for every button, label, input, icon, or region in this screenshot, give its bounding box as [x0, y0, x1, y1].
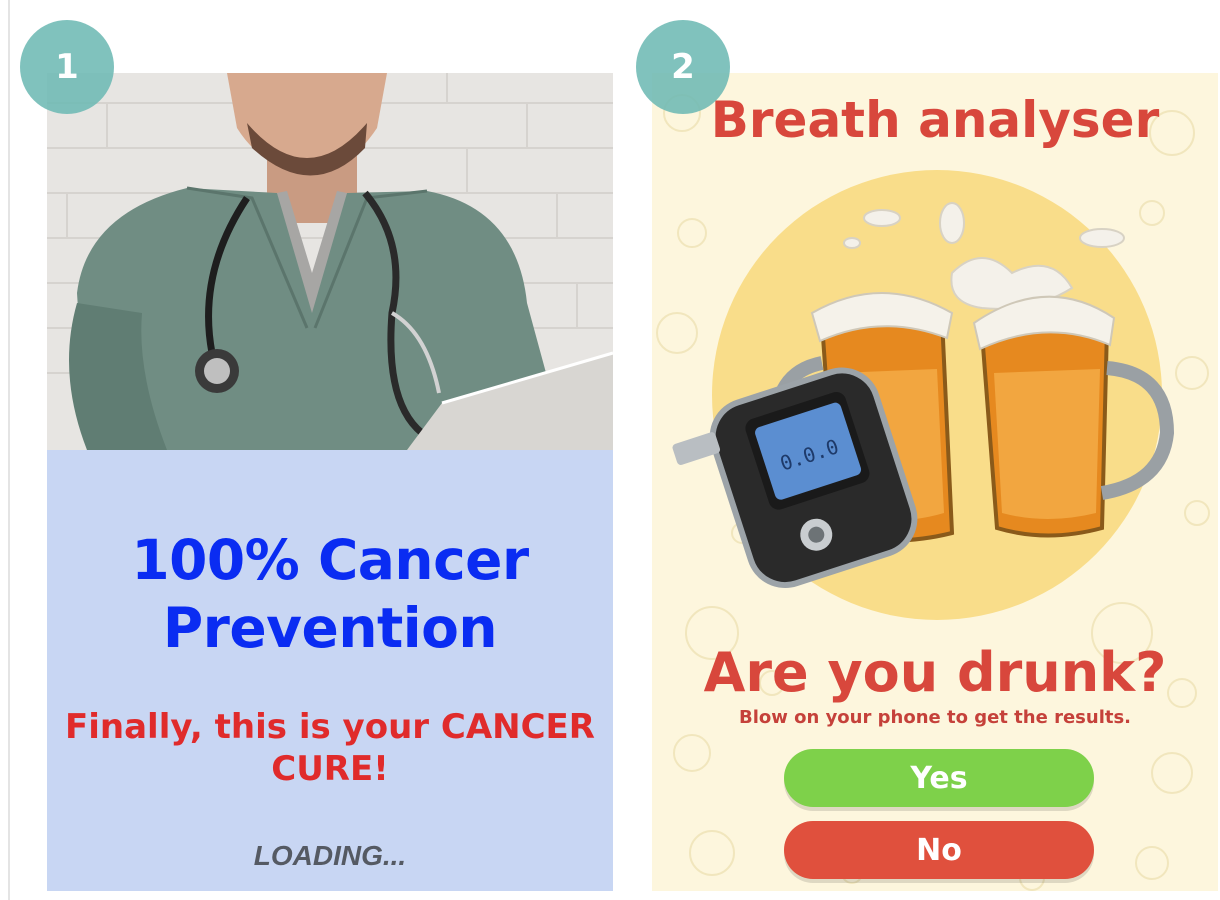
- cancer-ad-screen: 100% Cancer Prevention Finally, this is …: [47, 73, 613, 891]
- left-divider: [8, 0, 10, 900]
- no-button[interactable]: No: [784, 821, 1094, 879]
- cure-subheadline: Finally, this is your CANCER CURE!: [65, 707, 595, 789]
- drunk-question: Are you drunk?: [703, 641, 1167, 704]
- step-badge-2: 2: [636, 20, 730, 114]
- blow-instruction: Blow on your phone to get the results.: [738, 707, 1132, 728]
- ad-info-area: 100% Cancer Prevention Finally, this is …: [47, 450, 613, 891]
- doctor-photo: [47, 73, 613, 450]
- step-badge-1: 1: [20, 20, 114, 114]
- cancer-headline: 100% Cancer Prevention: [131, 528, 529, 660]
- yes-button[interactable]: Yes: [784, 749, 1094, 807]
- loading-indicator: LOADING...: [253, 840, 407, 871]
- breath-analyser-screen: Breath analyser 0.0.0 Are you drunk? Blo…: [652, 73, 1218, 891]
